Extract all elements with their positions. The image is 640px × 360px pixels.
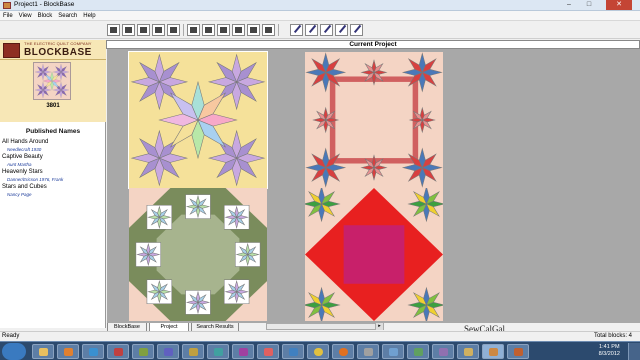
taskbar-app-icon[interactable] bbox=[382, 344, 404, 359]
outline-pen-icon[interactable] bbox=[320, 24, 336, 37]
window-title: Project1 - BlockBase bbox=[14, 1, 75, 8]
add-block-icon[interactable] bbox=[122, 24, 135, 36]
status-bar: Ready Total blocks: 4 bbox=[0, 331, 640, 341]
app-icon bbox=[3, 2, 11, 9]
taskbar: 1:41 PM 8/3/2012 bbox=[0, 341, 640, 360]
taskbar-explorer-icon[interactable] bbox=[32, 344, 54, 359]
print-foundation-icon[interactable] bbox=[167, 24, 180, 36]
taskbar-app-icon[interactable] bbox=[107, 344, 129, 359]
block-tile[interactable] bbox=[129, 188, 267, 321]
block-tile[interactable] bbox=[305, 52, 443, 188]
taskbar-app-icon[interactable] bbox=[182, 344, 204, 359]
menu-file[interactable]: File bbox=[0, 11, 16, 21]
search-results-icon[interactable] bbox=[262, 24, 275, 36]
published-source: Nancy Page bbox=[7, 192, 32, 197]
start-button[interactable] bbox=[2, 343, 26, 360]
close-button[interactable]: ✕ bbox=[606, 0, 632, 10]
taskbar-media-icon[interactable] bbox=[57, 344, 79, 359]
published-name: Heavenly Stars bbox=[2, 169, 43, 175]
color-pen-icon[interactable] bbox=[290, 24, 306, 37]
taskbar-app-icon[interactable] bbox=[432, 344, 454, 359]
block-number: 3801 bbox=[46, 103, 60, 109]
taskbar-blockbase-icon[interactable] bbox=[482, 344, 504, 359]
taskbar-ie-icon[interactable] bbox=[82, 344, 104, 359]
taskbar-app-icon[interactable] bbox=[457, 344, 479, 359]
logo-company: THE ELECTRIC QUILT COMPANY bbox=[24, 41, 92, 46]
search-name-icon[interactable] bbox=[187, 24, 200, 36]
published-name: Stars and Cubes bbox=[2, 184, 47, 190]
horizontal-scrollbar[interactable]: ▸ bbox=[266, 323, 384, 330]
blockbase-logo: THE ELECTRIC QUILT COMPANY BLOCKBASE bbox=[0, 40, 106, 60]
published-source: Aunt Martha bbox=[7, 162, 32, 167]
taskbar-app-icon[interactable] bbox=[357, 344, 379, 359]
published-name: Captive Beauty bbox=[2, 154, 43, 160]
selected-block-area: 3801 bbox=[0, 60, 106, 122]
scroll-right-icon[interactable]: ▸ bbox=[375, 323, 383, 330]
search-notecard-icon[interactable] bbox=[232, 24, 245, 36]
published-source: Needlecraft 1930 bbox=[7, 147, 42, 152]
published-name: All Hands Around bbox=[2, 139, 49, 145]
current-project-header: Current Project bbox=[106, 40, 640, 49]
taskbar-app-icon[interactable] bbox=[232, 344, 254, 359]
clock-time: 1:41 PM bbox=[599, 344, 620, 350]
toolbar bbox=[0, 21, 640, 39]
logo-box-icon bbox=[3, 43, 20, 58]
block-info-panel: THE ELECTRIC QUILT COMPANY BLOCKBASE 380… bbox=[0, 40, 106, 328]
taskbar-app-icon[interactable] bbox=[132, 344, 154, 359]
print-block-icon[interactable] bbox=[137, 24, 150, 36]
menu-search[interactable]: Search bbox=[55, 11, 80, 21]
block-tile[interactable] bbox=[305, 188, 443, 321]
taskbar-app-icon[interactable] bbox=[507, 344, 529, 359]
taskbar-app-icon[interactable] bbox=[282, 344, 304, 359]
show-desktop-button[interactable] bbox=[628, 343, 640, 360]
menu-help[interactable]: Help bbox=[80, 11, 98, 21]
taskbar-app-icon[interactable] bbox=[257, 344, 279, 359]
published-source: Danner/Ericson 1976, Frank bbox=[7, 177, 64, 182]
taskbar-app-icon[interactable] bbox=[157, 344, 179, 359]
total-blocks: Total blocks: 4 bbox=[593, 333, 632, 339]
search-category-icon[interactable] bbox=[202, 24, 215, 36]
toolbar-separator bbox=[183, 24, 184, 36]
search-number-icon[interactable] bbox=[217, 24, 230, 36]
title-bar: Project1 - BlockBase – □ ✕ bbox=[0, 0, 640, 11]
taskbar-app-icon[interactable] bbox=[407, 344, 429, 359]
taskbar-app-icon[interactable] bbox=[207, 344, 229, 359]
published-names-list: All Hands Around Needlecraft 1930 Captiv… bbox=[0, 138, 106, 198]
maximize-button[interactable]: □ bbox=[580, 0, 598, 10]
project-block-grid bbox=[107, 49, 640, 323]
application-window: Project1 - BlockBase – □ ✕ File View Block… bbox=[0, 0, 640, 360]
open-block-icon[interactable] bbox=[107, 24, 120, 36]
clock-date: 8/3/2012 bbox=[598, 351, 620, 357]
menu-bar: File View Block Search Help bbox=[0, 11, 640, 21]
toolbar-separator bbox=[278, 24, 279, 36]
taskbar-chrome-icon[interactable] bbox=[307, 344, 329, 359]
system-clock[interactable]: 1:41 PM 8/3/2012 bbox=[599, 344, 620, 358]
sketch-pen-icon[interactable] bbox=[350, 24, 366, 37]
line-pen-icon[interactable] bbox=[305, 24, 321, 37]
block-tile[interactable] bbox=[128, 51, 268, 189]
minimize-button[interactable]: – bbox=[560, 0, 578, 10]
search-size-icon[interactable] bbox=[247, 24, 260, 36]
taskbar-firefox-icon[interactable] bbox=[332, 344, 354, 359]
grayscale-pen-icon[interactable] bbox=[335, 24, 351, 37]
print-template-icon[interactable] bbox=[152, 24, 165, 36]
menu-view[interactable]: View bbox=[16, 11, 35, 21]
status-text: Ready bbox=[2, 333, 20, 339]
menu-block[interactable]: Block bbox=[35, 11, 56, 21]
selected-block-thumbnail[interactable] bbox=[33, 62, 71, 100]
published-names-heading: Published Names bbox=[25, 128, 81, 135]
logo-name: BLOCKBASE bbox=[24, 47, 92, 58]
